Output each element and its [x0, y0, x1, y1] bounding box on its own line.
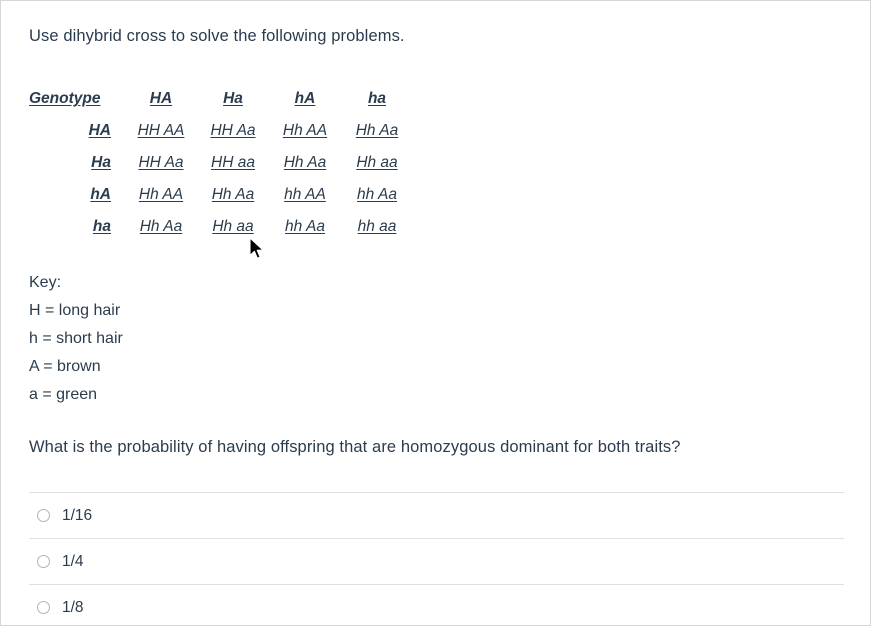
punnett-row: Ha HH Aa HH aa Hh Aa Hh aa	[29, 147, 413, 179]
punnett-cell-3-3: hh aa	[357, 218, 397, 235]
punnett-header-row: Genotype HA Ha hA ha	[29, 83, 413, 115]
punnett-row-header-1: Ha	[91, 154, 111, 171]
punnett-row: ha Hh Aa Hh aa hh Aa hh aa	[29, 211, 413, 243]
punnett-cell-1-2: Hh Aa	[283, 154, 327, 171]
key-legend: Key: H = long hair h = short hair A = br…	[29, 269, 123, 409]
punnett-cell-2-0: Hh AA	[138, 186, 184, 203]
punnett-row: hA Hh AA Hh Aa hh AA hh Aa	[29, 179, 413, 211]
punnett-cell-2-2: hh AA	[284, 186, 326, 203]
key-line-h-recessive: h = short hair	[29, 330, 123, 347]
punnett-column-header-2: hA	[294, 90, 316, 107]
punnett-cell-0-2: Hh AA	[282, 122, 328, 139]
question-text: What is the probability of having offspr…	[29, 438, 681, 456]
punnett-cell-1-0: HH Aa	[138, 154, 184, 171]
punnett-corner-label: Genotype	[29, 90, 101, 107]
answer-option-2[interactable]: 1/8	[29, 584, 844, 625]
key-line-h-dominant: H = long hair	[29, 302, 121, 319]
punnett-cell-0-0: HH AA	[137, 122, 185, 139]
punnett-cell-3-1: Hh aa	[212, 218, 254, 235]
punnett-column-header-1: Ha	[223, 90, 243, 107]
answer-option-label: 1/16	[62, 506, 93, 524]
instruction-text: Use dihybrid cross to solve the followin…	[29, 27, 405, 45]
answer-option-0[interactable]: 1/16	[29, 492, 844, 538]
answer-option-label: 1/8	[62, 598, 84, 616]
answer-option-label: 1/4	[62, 552, 84, 570]
punnett-cell-0-3: Hh Aa	[355, 122, 399, 139]
key-line-a-recessive: a = green	[29, 386, 98, 403]
punnett-cell-2-1: Hh Aa	[211, 186, 255, 203]
radio-button-icon[interactable]	[37, 555, 50, 568]
punnett-cell-1-1: HH aa	[211, 154, 255, 171]
answer-option-1[interactable]: 1/4	[29, 538, 844, 584]
punnett-square-table: Genotype HA Ha hA ha HA HH AA HH Aa Hh A…	[29, 83, 413, 243]
punnett-row-header-3: ha	[92, 218, 111, 235]
punnett-cell-3-0: Hh Aa	[139, 218, 183, 235]
punnett-column-header-3: ha	[367, 90, 387, 107]
punnett-row-header-2: hA	[90, 186, 111, 203]
punnett-row-header-0: HA	[88, 122, 111, 139]
punnett-column-header-0: HA	[149, 90, 173, 107]
key-line-a-dominant: A = brown	[29, 358, 101, 375]
key-title: Key:	[29, 274, 62, 291]
punnett-cell-0-1: HH Aa	[210, 122, 256, 139]
punnett-cell-2-3: hh Aa	[357, 186, 397, 203]
punnett-cell-1-3: Hh aa	[356, 154, 398, 171]
radio-button-icon[interactable]	[37, 601, 50, 614]
radio-button-icon[interactable]	[37, 509, 50, 522]
punnett-row: HA HH AA HH Aa Hh AA Hh Aa	[29, 115, 413, 147]
punnett-cell-3-2: hh Aa	[285, 218, 325, 235]
answer-options-list: 1/16 1/4 1/8	[29, 492, 844, 625]
question-page: Use dihybrid cross to solve the followin…	[0, 0, 871, 626]
